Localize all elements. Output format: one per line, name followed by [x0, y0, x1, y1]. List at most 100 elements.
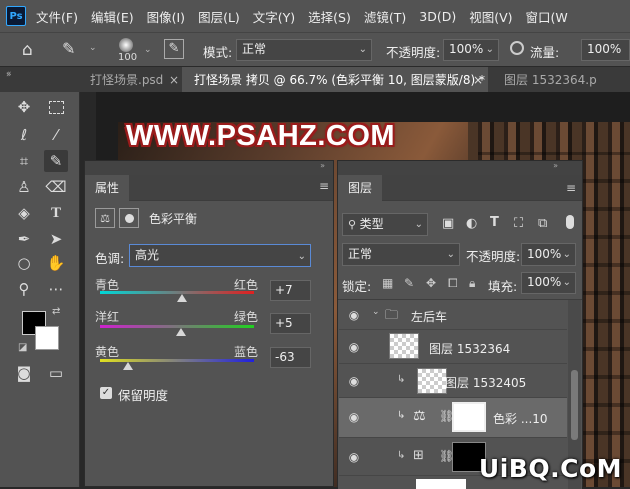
tab-document-1[interactable]: 打怪场景.psd ×	[76, 67, 182, 93]
crop-tool-icon[interactable]: ⌗	[12, 150, 36, 172]
lock-paint-icon[interactable]: ✎	[404, 276, 414, 290]
chevron-down-icon[interactable]: ⌄	[144, 45, 152, 55]
blend-mode-select[interactable]: 正常 ⌄	[342, 243, 460, 266]
smart-object-filter-icon[interactable]: ⧉	[538, 216, 547, 231]
pressure-opacity-icon[interactable]	[510, 41, 524, 55]
menu-layer[interactable]: 图层(L)	[198, 7, 240, 26]
layer-name[interactable]: 色彩 ...10	[493, 410, 548, 427]
menu-edit[interactable]: 编辑(E)	[91, 7, 134, 26]
balance-icon: ⚖	[413, 408, 426, 424]
type-filter-icon[interactable]: T	[490, 215, 499, 230]
collapse-arrows-icon[interactable]: »	[320, 161, 325, 170]
eye-icon[interactable]: ◉	[347, 308, 361, 322]
scrollbar-thumb[interactable]	[571, 370, 578, 440]
quick-mask-icon[interactable]: ◙	[12, 362, 36, 384]
tab-document-active[interactable]: 打怪场景 拷贝 @ 66.7% (色彩平衡 10, 图层蒙版/8) * ×	[182, 67, 488, 93]
menu-3d[interactable]: 3D(D)	[419, 9, 456, 24]
layer-group-row[interactable]: ◉ ⌄ 🗀 左后车	[339, 300, 567, 330]
magenta-green-slider-thumb[interactable]	[175, 328, 186, 336]
layer-name[interactable]: 图层 1532405	[445, 374, 526, 391]
swap-colors-icon[interactable]: ⇄	[52, 306, 60, 317]
eye-icon[interactable]: ◉	[347, 340, 361, 354]
tone-select[interactable]: 高光 ⌄	[129, 244, 311, 267]
mode-select[interactable]: 正常 ⌄	[236, 39, 372, 61]
magic-wand-tool-icon[interactable]: ⁄	[44, 124, 68, 146]
eye-icon[interactable]: ◉	[347, 374, 361, 388]
options-bar: ⌂ ✎ ⌄ 100 ⌄ ✎ 模式: 正常 ⌄ 不透明度: 100% ⌄ 流量: …	[0, 32, 630, 66]
menu-filter[interactable]: 滤镜(T)	[364, 7, 406, 26]
layer-row-selected[interactable]: ◉ ↳ ⚖ ⛓ 色彩 ...10	[339, 398, 567, 438]
menu-file[interactable]: 文件(F)	[36, 7, 78, 26]
tab-properties[interactable]: 属性	[85, 174, 130, 201]
close-icon[interactable]: ×	[473, 67, 483, 93]
layer-row[interactable]: ◉ ↳ 图层 1532405	[339, 364, 567, 398]
eye-icon[interactable]: ◉	[347, 410, 361, 424]
yellow-blue-slider-thumb[interactable]	[123, 362, 134, 370]
chevron-down-icon[interactable]: ⌄	[372, 307, 380, 317]
layer-mask-thumbnail[interactable]	[452, 402, 486, 432]
cyan-red-slider-thumb[interactable]	[177, 294, 188, 302]
menu-image[interactable]: 图像(I)	[147, 7, 185, 26]
zoom-tool-icon[interactable]: ⚲	[12, 278, 36, 300]
marquee-tool-icon[interactable]	[44, 96, 68, 118]
filter-toggle-icon[interactable]	[566, 215, 574, 229]
yellow-blue-value[interactable]: -63	[270, 347, 311, 368]
eye-icon[interactable]: ◉	[347, 450, 361, 464]
ellipse-tool-icon[interactable]: ○	[12, 252, 36, 274]
brush-preview-icon[interactable]	[119, 38, 133, 52]
menu-select[interactable]: 选择(S)	[308, 7, 351, 26]
collapse-arrows-icon[interactable]: »	[6, 70, 12, 80]
hand-tool-icon[interactable]: ✋	[44, 252, 68, 274]
brush-settings-icon[interactable]: ✎	[164, 39, 184, 59]
layer-name[interactable]: 左后车	[411, 308, 447, 325]
menu-view[interactable]: 视图(V)	[469, 7, 512, 26]
type-tool-icon[interactable]: T	[44, 202, 68, 224]
pixel-filter-icon[interactable]: ▣	[442, 216, 454, 231]
adjustment-filter-icon[interactable]: ◐	[466, 216, 477, 231]
paint-bucket-tool-icon[interactable]: ◈	[12, 202, 36, 224]
home-icon[interactable]: ⌂	[22, 40, 33, 60]
panel-menu-icon[interactable]: ≡	[566, 181, 576, 195]
flow-field[interactable]: 100%	[581, 39, 630, 61]
stamp-tool-icon[interactable]: ♙	[12, 176, 36, 198]
lock-all-icon[interactable]: 🔒︎	[469, 276, 475, 291]
watermark-banner-text: WWW.PSAHZ.COM	[126, 120, 396, 152]
more-tools-icon[interactable]: ⋯	[44, 278, 68, 300]
menu-window[interactable]: 窗口(W	[526, 7, 568, 26]
magenta-green-value[interactable]: +5	[270, 313, 311, 334]
move-tool-icon[interactable]: ✥	[12, 96, 36, 118]
layer-filter-select[interactable]: ⚲ 类型 ⌄	[342, 213, 428, 236]
pen-tool-icon[interactable]: ✒	[12, 228, 36, 250]
fill-field[interactable]: 100% ⌄	[521, 272, 576, 294]
layer-opacity-field[interactable]: 100% ⌄	[521, 243, 576, 266]
path-select-tool-icon[interactable]: ➤	[44, 228, 68, 250]
layer-name[interactable]: 图层 1532364	[429, 340, 510, 357]
cyan-red-value[interactable]: +7	[270, 280, 311, 301]
brush-tool-icon[interactable]: ✎	[62, 39, 75, 58]
close-icon[interactable]: ×	[169, 67, 179, 93]
panel-menu-icon[interactable]: ≡	[319, 179, 329, 193]
opacity-field[interactable]: 100% ⌄	[443, 39, 499, 61]
brush-tool-icon[interactable]: ✎	[44, 150, 68, 172]
layer-opacity-value: 100%	[527, 247, 562, 261]
collapse-arrows-icon[interactable]: »	[553, 161, 558, 170]
lock-transparent-icon[interactable]: ▦	[382, 276, 393, 290]
chevron-down-icon: ⌄	[358, 44, 367, 55]
screen-mode-icon[interactable]: ▭	[44, 362, 68, 384]
lock-position-icon[interactable]: ✥	[426, 276, 436, 290]
background-color-swatch[interactable]	[35, 326, 59, 350]
shape-filter-icon[interactable]: ⛶	[514, 216, 523, 231]
tab-document-3[interactable]: 图层 1532364.p	[490, 67, 630, 93]
tab-layers[interactable]: 图层	[338, 175, 383, 201]
menu-type[interactable]: 文字(Y)	[253, 7, 295, 26]
eraser-tool-icon[interactable]: ⌫	[44, 176, 68, 198]
mask-icon[interactable]	[119, 208, 139, 228]
chevron-down-icon[interactable]: ⌄	[89, 43, 97, 53]
tab-label: 打怪场景.psd	[90, 73, 164, 87]
panel-tab-row: 属性 ≡	[85, 174, 333, 201]
default-colors-icon[interactable]: ◪	[18, 342, 27, 353]
lasso-tool-icon[interactable]: ℓ	[12, 124, 36, 146]
preserve-luminosity-checkbox[interactable]: ✓	[100, 387, 112, 399]
layer-row[interactable]: ◉ 图层 1532364	[339, 330, 567, 364]
lock-artboard-icon[interactable]: ⧠	[448, 276, 458, 291]
